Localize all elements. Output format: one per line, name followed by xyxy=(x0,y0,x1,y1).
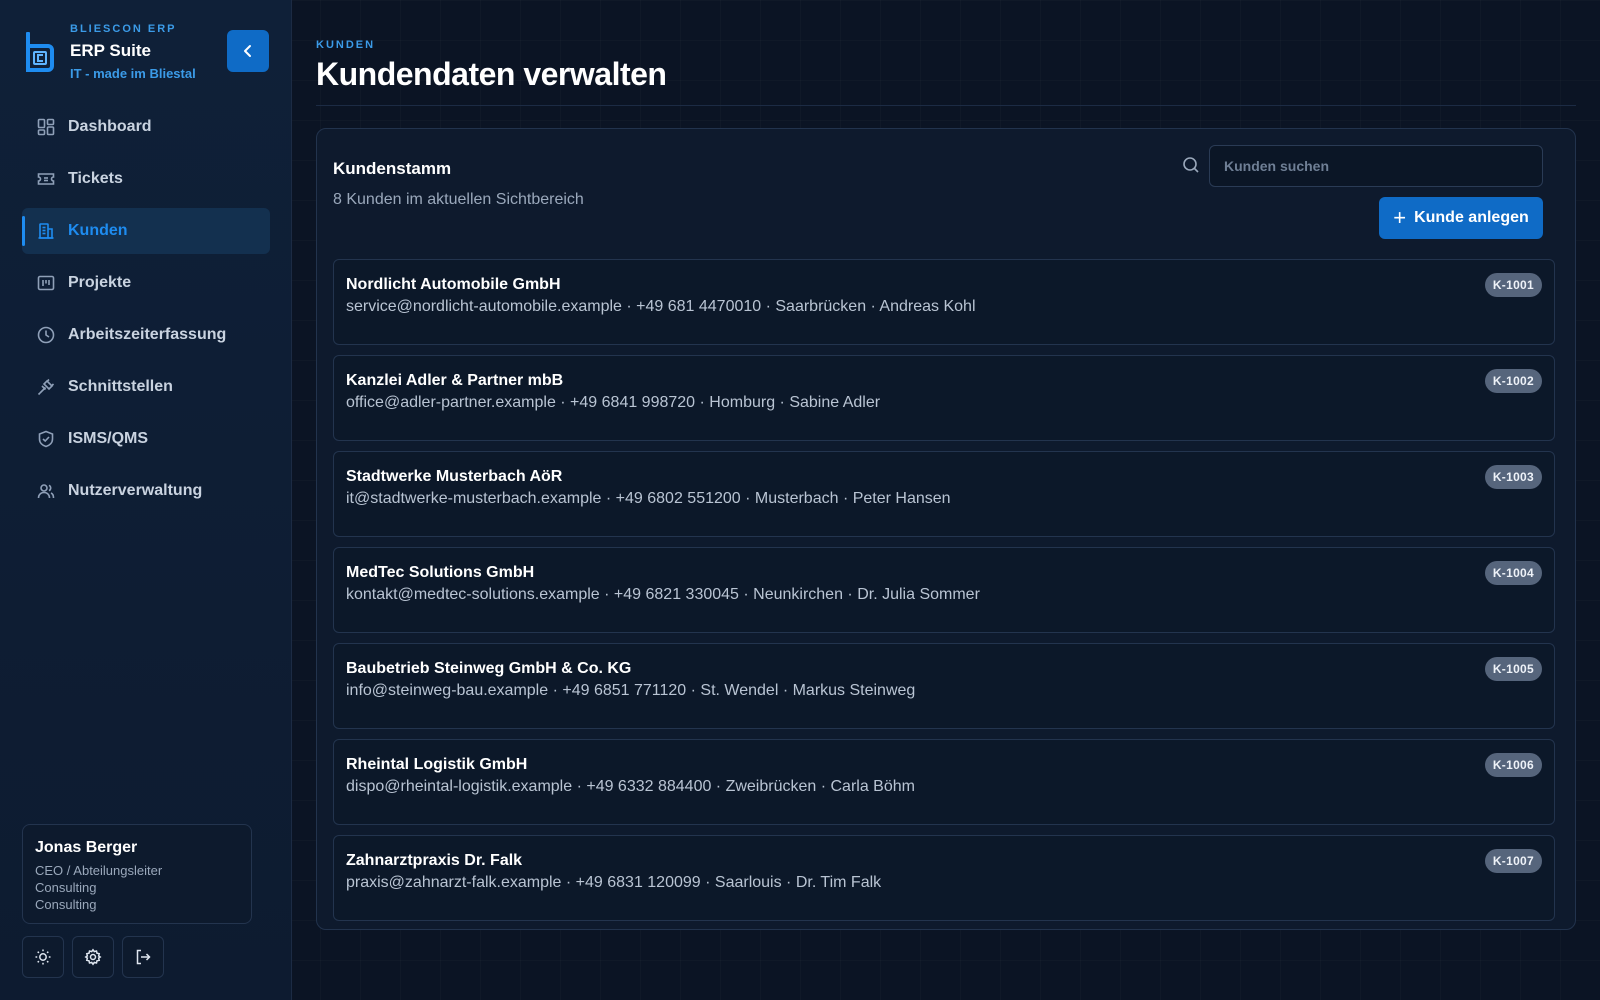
search-icon xyxy=(1181,155,1201,175)
customer-id-badge: K-1001 xyxy=(1484,273,1542,297)
customer-row[interactable]: Kanzlei Adler & Partner mbB office@adler… xyxy=(333,355,1555,441)
building-icon xyxy=(36,221,56,241)
brand-tagline: IT - made im Bliestal xyxy=(70,66,196,81)
customer-name: Kanzlei Adler & Partner mbB xyxy=(346,372,564,389)
customer-details: office@adler-partner.example · +49 6841 … xyxy=(346,394,881,411)
theme-toggle-button[interactable] xyxy=(22,936,64,978)
bliescon-logo-icon xyxy=(24,30,54,74)
sidebar-footer-actions xyxy=(22,936,164,978)
nav-label-kunden: Kunden xyxy=(68,222,128,239)
clock-icon xyxy=(36,325,56,345)
user-department-secondary: Consulting xyxy=(35,897,97,912)
nav-label-dashboard: Dashboard xyxy=(68,118,152,135)
customer-id-badge: K-1003 xyxy=(1484,465,1542,489)
customer-details: kontakt@medtec-solutions.example · +49 6… xyxy=(346,586,980,603)
panel-title: Kundenstamm xyxy=(333,159,452,178)
customer-details: info@steinweg-bau.example · +49 6851 771… xyxy=(346,682,916,699)
main-content: KUNDEN Kundendaten verwalten Kundenstamm… xyxy=(292,0,1600,1000)
customer-list: Nordlicht Automobile GmbH service@nordli… xyxy=(333,259,1555,929)
user-profile-card[interactable]: Jonas Berger CEO / Abteilungsleiter Cons… xyxy=(22,824,252,924)
customer-details: service@nordlicht-automobile.example · +… xyxy=(346,298,976,315)
nav-label-arbeitszeiterfassung: Arbeitszeiterfassung xyxy=(68,326,227,343)
brand-company: BLIESCON ERP xyxy=(70,23,177,35)
user-name: Jonas Berger xyxy=(35,839,138,856)
page-eyebrow: KUNDEN xyxy=(316,39,376,51)
ticket-icon xyxy=(36,169,56,189)
main-navigation: Dashboard Tickets Kunden Projekte Arbeit… xyxy=(22,104,270,520)
customer-name: Zahnarztpraxis Dr. Falk xyxy=(346,852,523,869)
nav-label-projekte: Projekte xyxy=(68,274,132,291)
nav-label-tickets: Tickets xyxy=(68,170,123,187)
sun-icon xyxy=(34,948,52,966)
nav-item-dashboard[interactable]: Dashboard xyxy=(22,104,270,150)
nav-label-isms-qms: ISMS/QMS xyxy=(68,430,149,447)
customer-row[interactable]: MedTec Solutions GmbH kontakt@medtec-sol… xyxy=(333,547,1555,633)
page-title: Kundendaten verwalten xyxy=(316,56,667,92)
customer-count-text: 8 Kunden im aktuellen Sichtbereich xyxy=(333,191,584,208)
gear-icon xyxy=(84,948,102,966)
customer-id-badge: K-1002 xyxy=(1484,369,1542,393)
nav-item-isms-qms[interactable]: ISMS/QMS xyxy=(22,416,270,462)
users-icon xyxy=(36,481,56,501)
nav-label-nutzerverwaltung: Nutzerverwaltung xyxy=(68,482,203,499)
customer-details: praxis@zahnarzt-falk.example · +49 6831 … xyxy=(346,874,882,891)
customer-id-badge: K-1006 xyxy=(1484,753,1542,777)
settings-button[interactable] xyxy=(72,936,114,978)
customer-name: Rheintal Logistik GmbH xyxy=(346,756,528,773)
customer-row[interactable]: Rheintal Logistik GmbH dispo@rheintal-lo… xyxy=(333,739,1555,825)
customer-id-badge: K-1004 xyxy=(1484,561,1542,585)
customer-search-input[interactable] xyxy=(1209,145,1543,187)
user-department: Consulting xyxy=(35,880,97,895)
customer-panel: Kundenstamm 8 Kunden im aktuellen Sichtb… xyxy=(316,128,1576,930)
customer-name: Baubetrieb Steinweg GmbH & Co. KG xyxy=(346,660,632,677)
customer-name: MedTec Solutions GmbH xyxy=(346,564,535,581)
nav-item-arbeitszeiterfassung[interactable]: Arbeitszeiterfassung xyxy=(22,312,270,358)
nav-item-projekte[interactable]: Projekte xyxy=(22,260,270,306)
sidebar: BLIESCON ERP ERP Suite IT - made im Blie… xyxy=(0,0,292,1000)
plus-icon: + xyxy=(1393,205,1407,230)
logout-icon xyxy=(134,948,152,966)
logout-button[interactable] xyxy=(122,936,164,978)
customer-id-badge: K-1005 xyxy=(1484,657,1542,681)
nav-item-schnittstellen[interactable]: Schnittstellen xyxy=(22,364,270,410)
nav-label-schnittstellen: Schnittstellen xyxy=(68,378,173,395)
customer-row[interactable]: Stadtwerke Musterbach AöR it@stadtwerke-… xyxy=(333,451,1555,537)
user-role: CEO / Abteilungsleiter xyxy=(35,863,163,878)
project-board-icon xyxy=(36,273,56,293)
add-customer-label: Kunde anlegen xyxy=(1414,209,1529,226)
customer-name: Stadtwerke Musterbach AöR xyxy=(346,468,563,485)
nav-item-tickets[interactable]: Tickets xyxy=(22,156,270,202)
customer-details: dispo@rheintal-logistik.example · +49 63… xyxy=(346,778,915,795)
customer-id-badge: K-1007 xyxy=(1484,849,1542,873)
nav-item-kunden[interactable]: Kunden xyxy=(22,208,270,254)
plug-icon xyxy=(36,377,56,397)
brand-product: ERP Suite xyxy=(70,41,151,60)
customer-row[interactable]: Nordlicht Automobile GmbH service@nordli… xyxy=(333,259,1555,345)
customer-row[interactable]: Baubetrieb Steinweg GmbH & Co. KG info@s… xyxy=(333,643,1555,729)
customer-details: it@stadtwerke-musterbach.example · +49 6… xyxy=(346,490,951,507)
shield-check-icon xyxy=(36,429,56,449)
nav-item-nutzerverwaltung[interactable]: Nutzerverwaltung xyxy=(22,468,270,514)
customer-name: Nordlicht Automobile GmbH xyxy=(346,276,561,293)
collapse-sidebar-button[interactable] xyxy=(227,30,269,72)
customer-row[interactable]: Zahnarztpraxis Dr. Falk praxis@zahnarzt-… xyxy=(333,835,1555,921)
dashboard-grid-icon xyxy=(36,117,56,137)
chevron-left-icon xyxy=(241,44,255,58)
page-header: KUNDEN Kundendaten verwalten xyxy=(316,22,1576,106)
add-customer-button[interactable]: + Kunde anlegen xyxy=(1379,197,1543,239)
